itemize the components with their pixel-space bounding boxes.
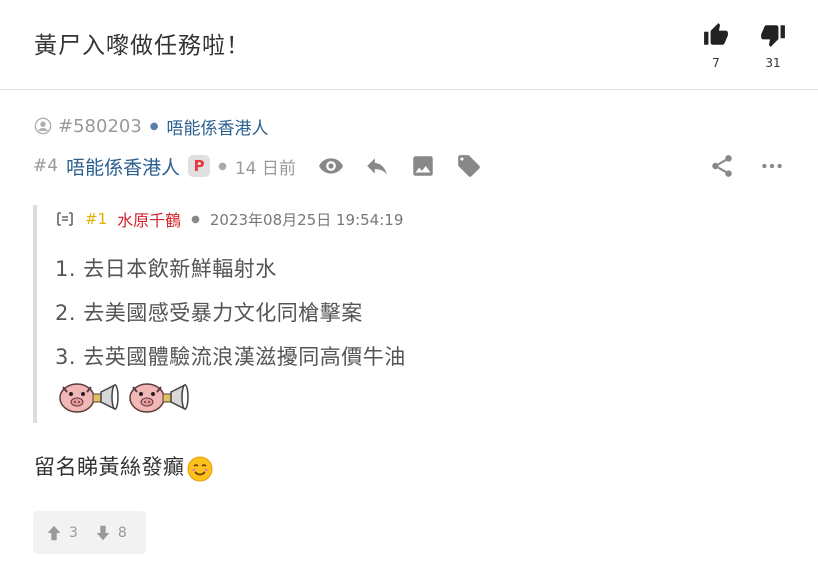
pig-sticker	[129, 383, 189, 413]
post-meta-row: #4 唔能係香港人 P ● 14 日前	[33, 152, 785, 180]
sticker-row	[57, 379, 197, 415]
arrow-up-icon	[47, 525, 61, 540]
post-upvote-count: 3	[69, 524, 78, 541]
quote-timestamp: 2023年08月25日 19:54:19	[209, 210, 404, 229]
eye-icon[interactable]	[318, 153, 344, 179]
thread-downvote-count: 31	[765, 56, 781, 70]
post-id: #580203	[58, 115, 142, 137]
p-badge: P	[188, 155, 211, 177]
quoted-post: #1 水原千鶴 ● 2023年08月25日 19:54:19 1. 去日本飲新鮮…	[33, 205, 537, 423]
quote-line: 1. 去日本飲新鮮輻射水	[55, 257, 277, 281]
quote-icon[interactable]	[55, 209, 75, 229]
post-downvote-count: 8	[117, 524, 127, 541]
post-upvote-button[interactable]: 3	[45, 524, 78, 542]
user-icon	[34, 117, 52, 135]
tag-icon[interactable]	[456, 153, 482, 179]
post-header-author-link[interactable]: 唔能係香港人	[167, 114, 269, 139]
separator-dot: ●	[218, 160, 227, 172]
thread-downvote-button[interactable]: 31	[753, 22, 793, 70]
quote-floor: #1	[85, 210, 108, 228]
thread-upvote-button[interactable]: 7	[696, 22, 736, 70]
post-id-row: #580203 ● 唔能係香港人	[34, 114, 269, 139]
pig-sticker	[59, 383, 119, 413]
separator-dot: ●	[191, 213, 200, 225]
separator-dot: ●	[149, 120, 159, 132]
image-icon[interactable]	[410, 153, 436, 179]
quote-list: 1. 去日本飲新鮮輻射水 2. 去美國感受暴力文化同槍擊案 3. 去英國體驗流浪…	[55, 253, 406, 385]
post-body: 留名睇黃絲發癲	[34, 450, 213, 482]
post-body-text: 留名睇黃絲發癲	[34, 455, 185, 479]
share-icon[interactable]	[709, 153, 735, 179]
arrow-down-icon	[96, 525, 110, 540]
smile-emoji	[187, 456, 212, 482]
more-icon[interactable]	[759, 153, 785, 179]
reply-icon[interactable]	[364, 153, 390, 179]
post-author-link[interactable]: 唔能係香港人	[66, 153, 180, 180]
thumbs-up-icon	[704, 23, 728, 45]
post-downvote-button[interactable]: 8	[94, 524, 127, 542]
quote-header: #1 水原千鶴 ● 2023年08月25日 19:54:19	[55, 207, 403, 231]
post-floor: #4	[33, 156, 59, 176]
post-time: 14 日前	[234, 158, 296, 179]
post-vote-box: 3 8	[33, 511, 146, 554]
thread-upvote-count: 7	[712, 56, 720, 70]
thread-header: 黃尸入嚟做任務啦！ 7 31	[0, 0, 818, 90]
thumbs-down-icon	[761, 25, 785, 47]
quote-author[interactable]: 水原千鶴	[117, 207, 181, 231]
quote-line: 2. 去美國感受暴力文化同槍擊案	[55, 301, 363, 325]
thread-title: 黃尸入嚟做任務啦！	[34, 33, 250, 59]
